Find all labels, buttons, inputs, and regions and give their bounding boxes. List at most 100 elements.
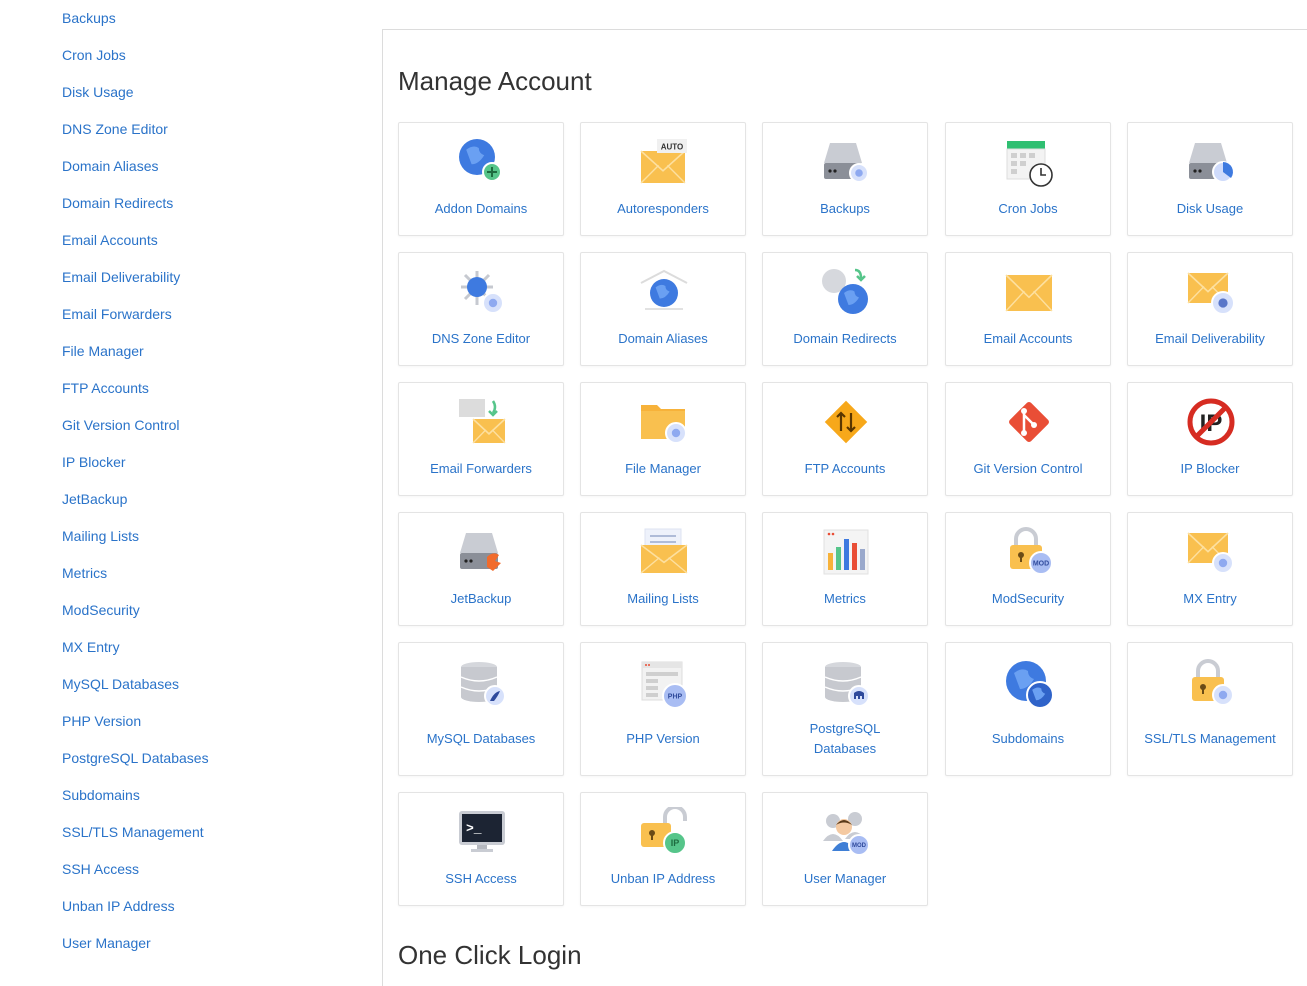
sidebar-item-metrics[interactable]: Metrics: [62, 564, 107, 582]
tile-file-manager[interactable]: File Manager: [580, 382, 746, 496]
tile-label: Metrics: [824, 591, 866, 606]
tile-label: File Manager: [625, 461, 701, 476]
network-gear-icon: [457, 267, 507, 317]
tile-label: PHP Version: [626, 731, 700, 746]
sidebar-item-mx-entry[interactable]: MX Entry: [62, 638, 120, 656]
tile-php-version[interactable]: PHP PHP Version: [580, 642, 746, 776]
tile-ip-blocker[interactable]: IP IP Blocker: [1127, 382, 1293, 496]
ftp-arrows-icon: [821, 397, 871, 447]
sidebar-item-jetbackup[interactable]: JetBackup: [62, 490, 127, 508]
tile-cron-jobs[interactable]: Cron Jobs: [945, 122, 1111, 236]
sidebar-item-ftp-accounts[interactable]: FTP Accounts: [62, 379, 149, 397]
drive-jet-icon: [457, 527, 507, 577]
tile-ftp-accounts[interactable]: FTP Accounts: [762, 382, 928, 496]
tile-label: Subdomains: [991, 731, 1065, 746]
tile-subdomains[interactable]: Subdomains: [945, 642, 1111, 776]
tile-label: Email Deliverability: [1155, 331, 1265, 346]
php-page-icon: PHP: [639, 659, 689, 709]
sidebar-item-email-accounts[interactable]: Email Accounts: [62, 231, 158, 249]
tile-unban-ip-address[interactable]: IP Unban IP Address: [580, 792, 746, 906]
tile-user-manager[interactable]: MOD User Manager: [762, 792, 928, 906]
sidebar-item-ssl-tls-management[interactable]: SSL/TLS Management: [62, 823, 204, 841]
sidebar-item-mysql-databases[interactable]: MySQL Databases: [62, 675, 179, 693]
sidebar-item-unban-ip-address[interactable]: Unban IP Address: [62, 897, 175, 915]
sidebar-item-dns-zone-editor[interactable]: DNS Zone Editor: [62, 120, 168, 138]
users-mod-icon: MOD: [821, 807, 871, 857]
envelope-gear-icon: [1186, 527, 1236, 577]
envelope-icon: [1004, 267, 1054, 317]
tile-disk-usage[interactable]: Disk Usage: [1127, 122, 1293, 236]
envelope-key-icon: [1186, 267, 1236, 317]
svg-text:MOD: MOD: [1033, 560, 1049, 567]
svg-text:AUTO: AUTO: [661, 143, 684, 152]
ip-blocked-icon: IP: [1186, 397, 1236, 447]
globe-plus-icon: [457, 137, 507, 187]
envelope-forward-icon: [457, 397, 507, 447]
svg-text:MOD: MOD: [852, 843, 867, 849]
globe-house-icon: [639, 267, 689, 317]
tile-label: Cron Jobs: [998, 201, 1058, 216]
tile-domain-redirects[interactable]: Domain Redirects: [762, 252, 928, 366]
tile-mx-entry[interactable]: MX Entry: [1127, 512, 1293, 626]
tile-domain-aliases[interactable]: Domain Aliases: [580, 252, 746, 366]
tile-label: SSH Access: [445, 871, 517, 886]
tile-mysql-databases[interactable]: MySQL Databases: [398, 642, 564, 776]
tile-addon-domains[interactable]: Addon Domains: [398, 122, 564, 236]
tile-ssh-access[interactable]: >_ SSH Access: [398, 792, 564, 906]
sidebar-item-postgresql-databases[interactable]: PostgreSQL Databases: [62, 749, 209, 767]
globe-arrow-icon: [821, 267, 871, 317]
tile-git-version-control[interactable]: Git Version Control: [945, 382, 1111, 496]
sidebar-item-user-manager[interactable]: User Manager: [62, 934, 151, 952]
sidebar-item-cron-jobs[interactable]: Cron Jobs: [62, 46, 126, 64]
tile-label: SSL/TLS Management: [1144, 731, 1276, 746]
terminal-icon: >_: [457, 807, 507, 857]
tile-label: Unban IP Address: [610, 871, 716, 886]
database-elephant-icon: [821, 659, 871, 709]
tile-label: Email Accounts: [983, 331, 1073, 346]
tile-autoresponders[interactable]: AUTO Autoresponders: [580, 122, 746, 236]
tile-label: User Manager: [803, 871, 887, 886]
sidebar-item-mailing-lists[interactable]: Mailing Lists: [62, 527, 139, 545]
folder-gear-icon: [639, 397, 689, 447]
tile-mailing-lists[interactable]: Mailing Lists: [580, 512, 746, 626]
sidebar-item-email-deliverability[interactable]: Email Deliverability: [62, 268, 180, 286]
tile-label: Addon Domains: [434, 201, 528, 216]
tile-label: Git Version Control: [973, 461, 1083, 476]
sidebar-item-domain-redirects[interactable]: Domain Redirects: [62, 194, 173, 212]
database-dolphin-icon: [457, 659, 507, 709]
unlock-ip-icon: IP: [639, 807, 689, 857]
page-title: Manage Account: [398, 66, 592, 96]
tile-dns-zone-editor[interactable]: DNS Zone Editor: [398, 252, 564, 366]
bar-chart-icon: [821, 527, 871, 577]
tile-ssl-tls-management[interactable]: SSL/TLS Management: [1127, 642, 1293, 776]
tile-email-forwarders[interactable]: Email Forwarders: [398, 382, 564, 496]
tile-label-line-2: Databases: [813, 741, 877, 756]
sidebar-item-subdomains[interactable]: Subdomains: [62, 786, 140, 804]
svg-text:>_: >_: [466, 821, 482, 836]
tile-email-deliverability[interactable]: Email Deliverability: [1127, 252, 1293, 366]
envelope-list-icon: [639, 527, 689, 577]
sidebar-item-ip-blocker[interactable]: IP Blocker: [62, 453, 126, 471]
tile-label: ModSecurity: [991, 591, 1065, 606]
calendar-clock-icon: [1004, 137, 1054, 187]
sidebar-item-file-manager[interactable]: File Manager: [62, 342, 144, 360]
tile-metrics[interactable]: Metrics: [762, 512, 928, 626]
sidebar-item-git-version-control[interactable]: Git Version Control: [62, 416, 180, 434]
section-title-one-click-login: One Click Login: [398, 940, 582, 970]
tile-email-accounts[interactable]: Email Accounts: [945, 252, 1111, 366]
tile-label: Disk Usage: [1176, 201, 1244, 216]
tile-jetbackup[interactable]: JetBackup: [398, 512, 564, 626]
drive-restore-icon: [821, 137, 871, 187]
sidebar-item-email-forwarders[interactable]: Email Forwarders: [62, 305, 172, 323]
sidebar-item-modsecurity[interactable]: ModSecurity: [62, 601, 140, 619]
sidebar-item-php-version[interactable]: PHP Version: [62, 712, 141, 730]
drive-pie-icon: [1186, 137, 1236, 187]
sidebar-item-disk-usage[interactable]: Disk Usage: [62, 83, 134, 101]
sidebar-item-ssh-access[interactable]: SSH Access: [62, 860, 139, 878]
tile-label: JetBackup: [450, 591, 512, 606]
sidebar-item-domain-aliases[interactable]: Domain Aliases: [62, 157, 159, 175]
tile-backups[interactable]: Backups: [762, 122, 928, 236]
tile-modsecurity[interactable]: MOD ModSecurity: [945, 512, 1111, 626]
sidebar-item-backups[interactable]: Backups: [62, 9, 116, 27]
tile-postgresql[interactable]: PostgreSQL Databases: [762, 642, 928, 776]
